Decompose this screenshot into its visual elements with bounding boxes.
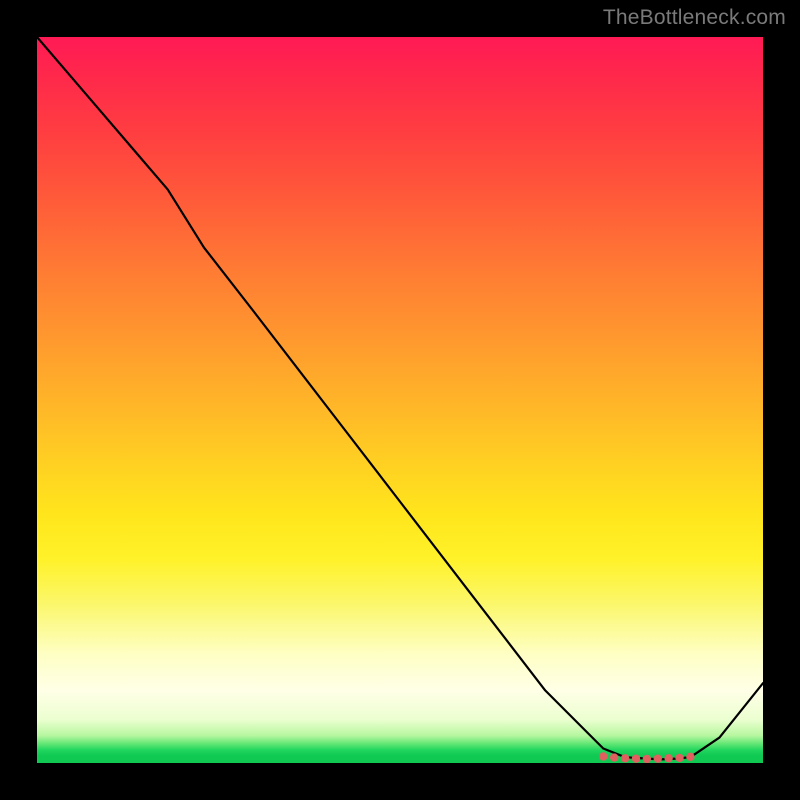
chart-stage: TheBottleneck.com	[0, 0, 800, 800]
attribution-text: TheBottleneck.com	[603, 6, 786, 30]
gradient-background	[37, 37, 763, 763]
